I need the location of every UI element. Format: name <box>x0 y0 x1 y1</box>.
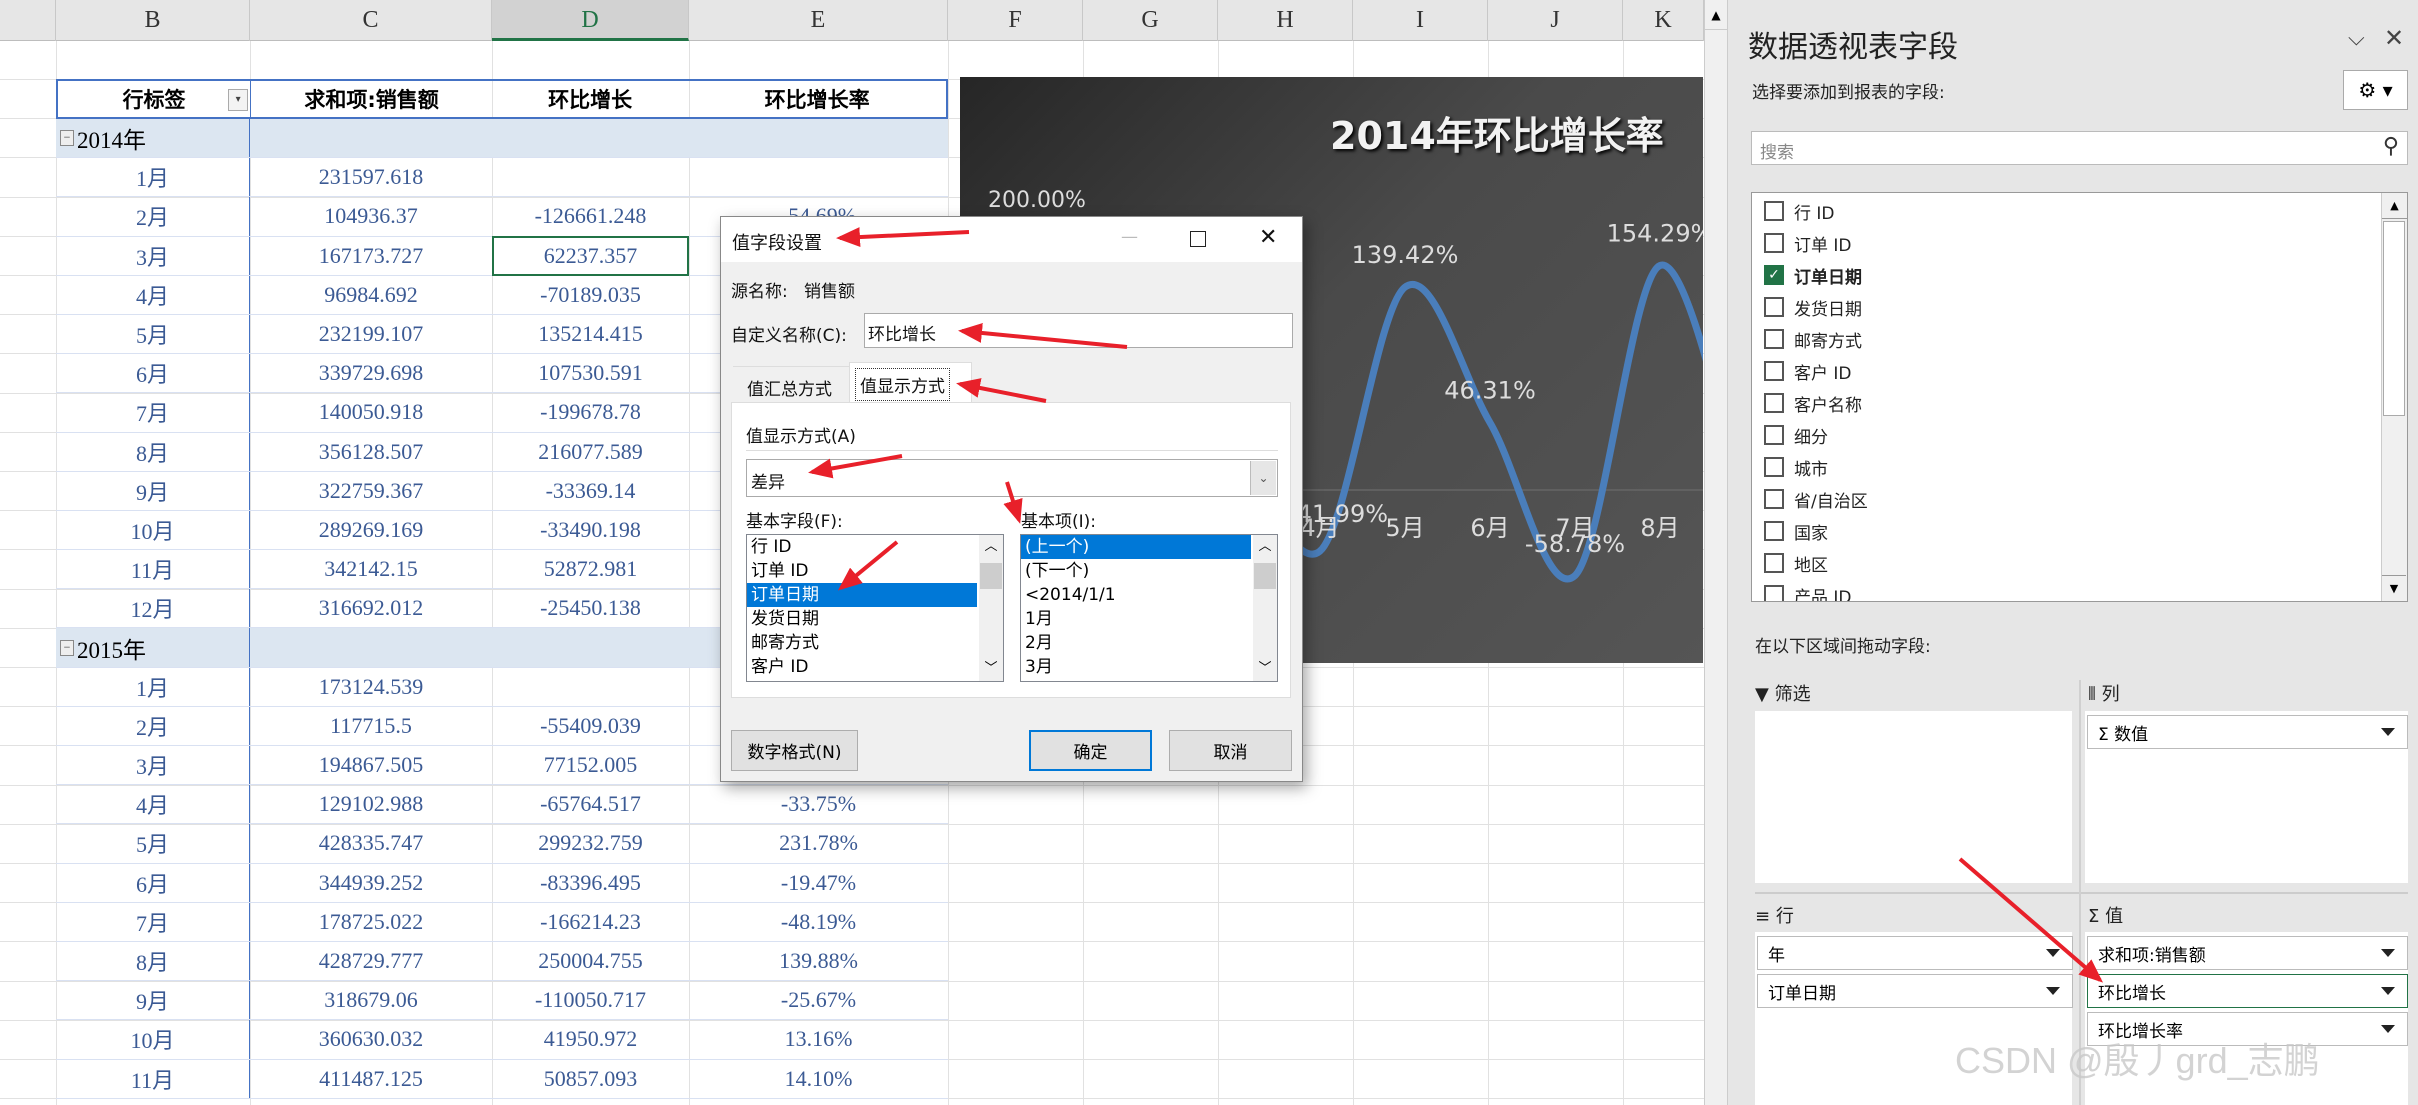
arrow-to-value-field <box>1958 857 2104 983</box>
arrow-to-show-as-tab <box>956 378 1047 403</box>
arrow-to-custom-name <box>958 322 1128 349</box>
watermark: CSDN @殷丿grd_志鹏 <box>1955 1040 2320 1081</box>
arrow-to-show-as-value <box>808 454 903 479</box>
annotation-arrows <box>808 227 2104 983</box>
arrow-to-base-item <box>1003 481 1023 524</box>
arrow-to-dialog-title <box>836 227 970 248</box>
arrow-to-base-field <box>837 540 899 591</box>
